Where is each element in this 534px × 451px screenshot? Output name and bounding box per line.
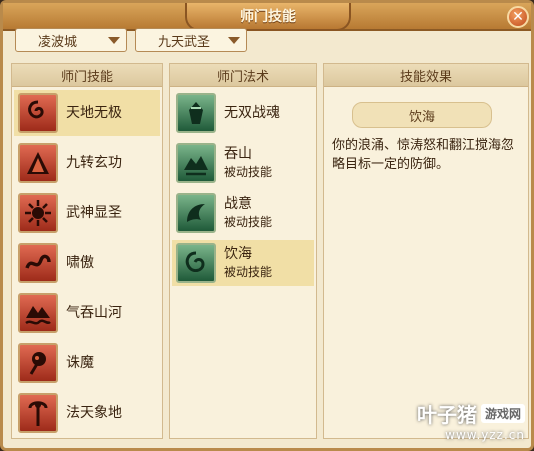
city-dropdown-value: 凌波城 xyxy=(38,34,78,50)
effect-panel-header: 技能效果 xyxy=(324,64,528,87)
skill-label: 气吞山河 xyxy=(66,305,122,321)
spell-label: 战意 xyxy=(224,196,252,212)
spell-item-wushuangzhanhun[interactable]: 无双战魂 xyxy=(172,90,314,136)
skill-item-zhumo[interactable]: 诛魔 xyxy=(14,340,160,386)
drink-sea-icon xyxy=(176,243,216,283)
skill-item-qitunshanhe[interactable]: 气吞山河 xyxy=(14,290,160,336)
battle-will-icon xyxy=(176,193,216,233)
swallow-mountain-icon xyxy=(176,143,216,183)
effect-description: 你的浪涌、惊涛怒和翻江搅海忽略目标一定的防御。 xyxy=(332,138,515,172)
skill-label: 九转玄功 xyxy=(66,155,122,171)
swirl-icon xyxy=(18,93,58,133)
skills-panel: 师门技能 天地无极 九转玄功 武神显圣 啸傲 气吞山河 诛魔 法天象地 xyxy=(11,63,163,439)
watermark-url: www.yzz.cn xyxy=(445,428,525,442)
chevron-down-icon xyxy=(228,37,240,44)
window-title: 师门技能 xyxy=(185,3,351,31)
demon-icon xyxy=(18,343,58,383)
skill-item-fatianxiangdi[interactable]: 法天象地 xyxy=(14,390,160,436)
skill-label: 啸傲 xyxy=(66,255,94,271)
watermark-main-row: 叶子猪 游戏网 xyxy=(417,399,525,428)
pyramid-icon xyxy=(18,143,58,183)
spell-sub-label: 被动技能 xyxy=(224,265,273,279)
school-dropdown[interactable]: 九天武圣 xyxy=(135,28,247,52)
dragon-icon xyxy=(18,243,58,283)
close-button[interactable]: ✕ xyxy=(507,6,529,28)
city-dropdown[interactable]: 凌波城 xyxy=(15,28,127,52)
watermark-badge: 游戏网 xyxy=(480,404,525,423)
spells-panel: 师门法术 无双战魂 吞山 被动技能 战意 被动技能 饮海 被动技能 xyxy=(169,63,317,439)
spell-text: 饮海 被动技能 xyxy=(224,245,272,281)
spell-sub-label: 被动技能 xyxy=(224,215,273,229)
spell-item-yinhai[interactable]: 饮海 被动技能 xyxy=(172,240,314,286)
spells-panel-header: 师门法术 xyxy=(170,64,316,87)
skill-item-jiuzhuanxuangong[interactable]: 九转玄功 xyxy=(14,140,160,186)
spell-sub-label: 被动技能 xyxy=(224,165,273,179)
effect-panel: 技能效果 饮海 你的浪涌、惊涛怒和翻江搅海忽略目标一定的防御。 xyxy=(323,63,529,439)
skill-label: 诛魔 xyxy=(66,355,94,371)
skills-panel-header: 师门技能 xyxy=(12,64,162,87)
skill-item-xiaoao[interactable]: 啸傲 xyxy=(14,240,160,286)
spell-label: 无双战魂 xyxy=(224,105,280,121)
spell-text: 吞山 被动技能 xyxy=(224,145,272,181)
chevron-down-icon xyxy=(108,37,120,44)
watermark: 叶子猪 游戏网 www.yzz.cn xyxy=(417,399,525,442)
skill-label: 天地无极 xyxy=(66,105,122,121)
spell-label: 吞山 xyxy=(224,146,252,162)
skills-window: 师门技能 ✕ 凌波城 九天武圣 师门技能 天地无极 九转玄功 武神显圣 啸傲 气… xyxy=(0,0,534,451)
skill-item-wushenxiansheng[interactable]: 武神显圣 xyxy=(14,190,160,236)
watermark-logo-text: 叶子猪 xyxy=(416,403,477,427)
skill-label: 武神显圣 xyxy=(66,205,122,221)
skill-item-tiandiwuji[interactable]: 天地无极 xyxy=(14,90,160,136)
skill-label: 法天象地 xyxy=(66,405,122,421)
school-dropdown-value: 九天武圣 xyxy=(158,34,211,50)
spell-label: 饮海 xyxy=(224,246,252,262)
warrior-spirit-icon xyxy=(176,93,216,133)
sun-burst-icon xyxy=(18,193,58,233)
spell-text: 战意 被动技能 xyxy=(224,195,272,231)
mountain-wave-icon xyxy=(18,293,58,333)
spell-item-zhanyi[interactable]: 战意 被动技能 xyxy=(172,190,314,236)
staff-icon xyxy=(18,393,58,433)
spell-item-tunshan[interactable]: 吞山 被动技能 xyxy=(172,140,314,186)
effect-title: 饮海 xyxy=(352,102,492,128)
